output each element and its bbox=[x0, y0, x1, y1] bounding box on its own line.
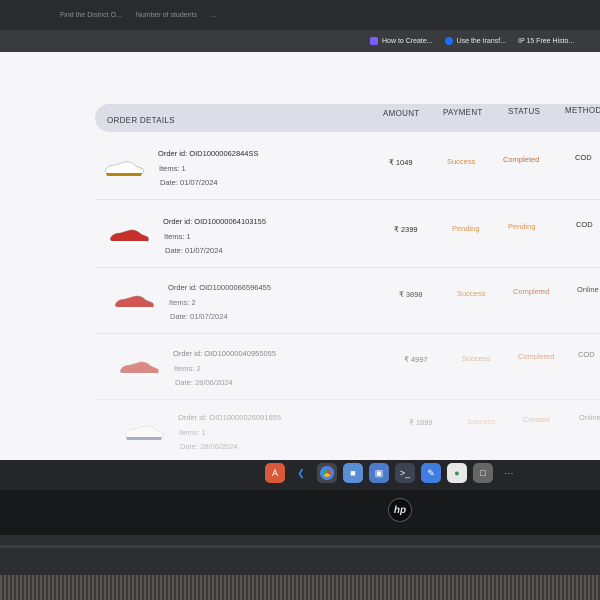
header-payment: PAYMENT bbox=[443, 108, 483, 117]
payment-status: Success bbox=[462, 354, 491, 363]
order-id: Order id: OID10000066596455 bbox=[168, 283, 271, 292]
order-id: Order id: OID10000064103155 bbox=[163, 217, 266, 226]
table-row[interactable]: Order id: OID10000066596455 Items: 2 Date:… bbox=[95, 270, 600, 334]
order-date: Date: 01/07/2024 bbox=[165, 246, 223, 255]
order-items: Items: 1 bbox=[159, 164, 186, 173]
order-items: Items: 1 bbox=[179, 428, 206, 437]
keyboard-grille bbox=[0, 575, 600, 600]
bookmark-item[interactable]: Use the transf... bbox=[444, 37, 506, 45]
notes-icon[interactable]: ✎ bbox=[421, 463, 441, 483]
header-method: METHOD bbox=[565, 106, 600, 115]
order-id: Order id: OID10000026091655 bbox=[178, 413, 281, 422]
app-dock: A ❮ ■ ▣ >_ ✎ ● □ ⋯ bbox=[265, 463, 519, 483]
order-status: Pending bbox=[508, 222, 536, 231]
table-row[interactable]: Order id: OID10000026091655 Items: 1 Date:… bbox=[95, 400, 600, 464]
bookmark-icon bbox=[370, 37, 378, 45]
table-row[interactable]: Order id: OID10000064103155 Items: 1 Date:… bbox=[95, 204, 600, 268]
order-id: Order id: OID10000062844SS bbox=[158, 149, 259, 158]
files-icon[interactable]: A bbox=[265, 463, 285, 483]
order-amount: ₹ 1049 bbox=[389, 158, 413, 167]
payment-status: Pending bbox=[452, 224, 480, 233]
product-thumbnail bbox=[114, 295, 154, 310]
order-date: Date: 01/07/2024 bbox=[170, 312, 228, 321]
header-status: STATUS bbox=[508, 107, 541, 116]
bookmark-label: Use the transf... bbox=[456, 37, 506, 45]
bookmark-item[interactable]: IP 15 Free Histo... bbox=[518, 38, 574, 45]
order-status: Created bbox=[523, 415, 550, 424]
orders-table-header: ORDER DETAILS AMOUNT PAYMENT STATUS METH… bbox=[95, 104, 600, 132]
payment-method: Online bbox=[577, 285, 599, 294]
taskbar: A ❮ ■ ▣ >_ ✎ ● □ ⋯ bbox=[0, 460, 600, 490]
table-row[interactable]: Order id: OID10000040955055 Items: 2 Date:… bbox=[95, 336, 600, 400]
payment-status: Success bbox=[447, 157, 476, 166]
bookmark-label: How to Create... bbox=[382, 37, 433, 45]
order-items: Items: 2 bbox=[169, 298, 196, 307]
bookmark-item[interactable]: How to Create... bbox=[370, 37, 433, 45]
order-amount: ₹ 1899 bbox=[409, 418, 433, 427]
browser-tab[interactable]: Find the District O... bbox=[60, 12, 122, 19]
photos-icon[interactable]: ▣ bbox=[369, 463, 389, 483]
laptop-bezel: Find the District O... Number of student… bbox=[0, 0, 600, 600]
browser-tab[interactable]: ... bbox=[211, 12, 217, 19]
laptop-hinge bbox=[0, 535, 600, 575]
order-date: Date: 01/07/2024 bbox=[160, 178, 218, 187]
bookmark-icon bbox=[444, 37, 453, 45]
product-thumbnail bbox=[124, 425, 164, 440]
table-row[interactable]: Order id: OID10000062844SS Items: 1 Date: … bbox=[95, 136, 600, 200]
screen: Find the District O... Number of student… bbox=[0, 0, 600, 490]
payment-status: Success bbox=[457, 289, 486, 298]
order-date: Date: 28/06/2024 bbox=[180, 442, 238, 451]
browser-tab[interactable]: Number of students bbox=[136, 12, 197, 19]
vscode-icon[interactable]: ❮ bbox=[291, 463, 311, 483]
mongodb-icon[interactable]: ● bbox=[447, 463, 467, 483]
payment-status: Success bbox=[467, 417, 496, 426]
bookmark-label: IP 15 Free Histo... bbox=[518, 37, 575, 45]
hp-logo: hp bbox=[388, 498, 412, 522]
order-id: Order id: OID10000040955055 bbox=[173, 349, 276, 358]
payment-method: Online bbox=[579, 413, 600, 422]
product-thumbnail bbox=[104, 161, 144, 176]
payment-method: COD bbox=[578, 350, 595, 359]
order-date: Date: 28/06/2024 bbox=[175, 378, 233, 387]
terminal-icon[interactable]: >_ bbox=[395, 463, 415, 483]
launcher-icon[interactable]: ⋯ bbox=[499, 463, 519, 483]
product-thumbnail bbox=[119, 361, 159, 376]
chrome-icon[interactable] bbox=[317, 463, 337, 483]
order-status: Completed bbox=[503, 155, 540, 164]
payment-method: COD bbox=[575, 153, 592, 162]
order-amount: ₹ 2399 bbox=[394, 225, 418, 234]
order-amount: ₹ 3898 bbox=[399, 290, 423, 299]
browser-tabstrip: Find the District O... Number of student… bbox=[0, 0, 600, 30]
product-thumbnail bbox=[109, 229, 149, 244]
folder-icon[interactable]: ■ bbox=[343, 463, 363, 483]
order-status: Completed bbox=[518, 352, 555, 361]
store-icon[interactable]: □ bbox=[473, 463, 493, 483]
header-amount: AMOUNT bbox=[383, 109, 420, 118]
header-order-details: ORDER DETAILS bbox=[107, 116, 175, 125]
order-status: Completed bbox=[513, 287, 550, 296]
order-items: Items: 2 bbox=[174, 364, 201, 373]
order-amount: ₹ 4997 bbox=[404, 355, 428, 364]
hinge-line bbox=[0, 545, 600, 548]
order-items: Items: 1 bbox=[164, 232, 191, 241]
bookmarks-bar: How to Create... Use the transf... IP 15… bbox=[0, 30, 600, 52]
payment-method: COD bbox=[576, 220, 593, 229]
